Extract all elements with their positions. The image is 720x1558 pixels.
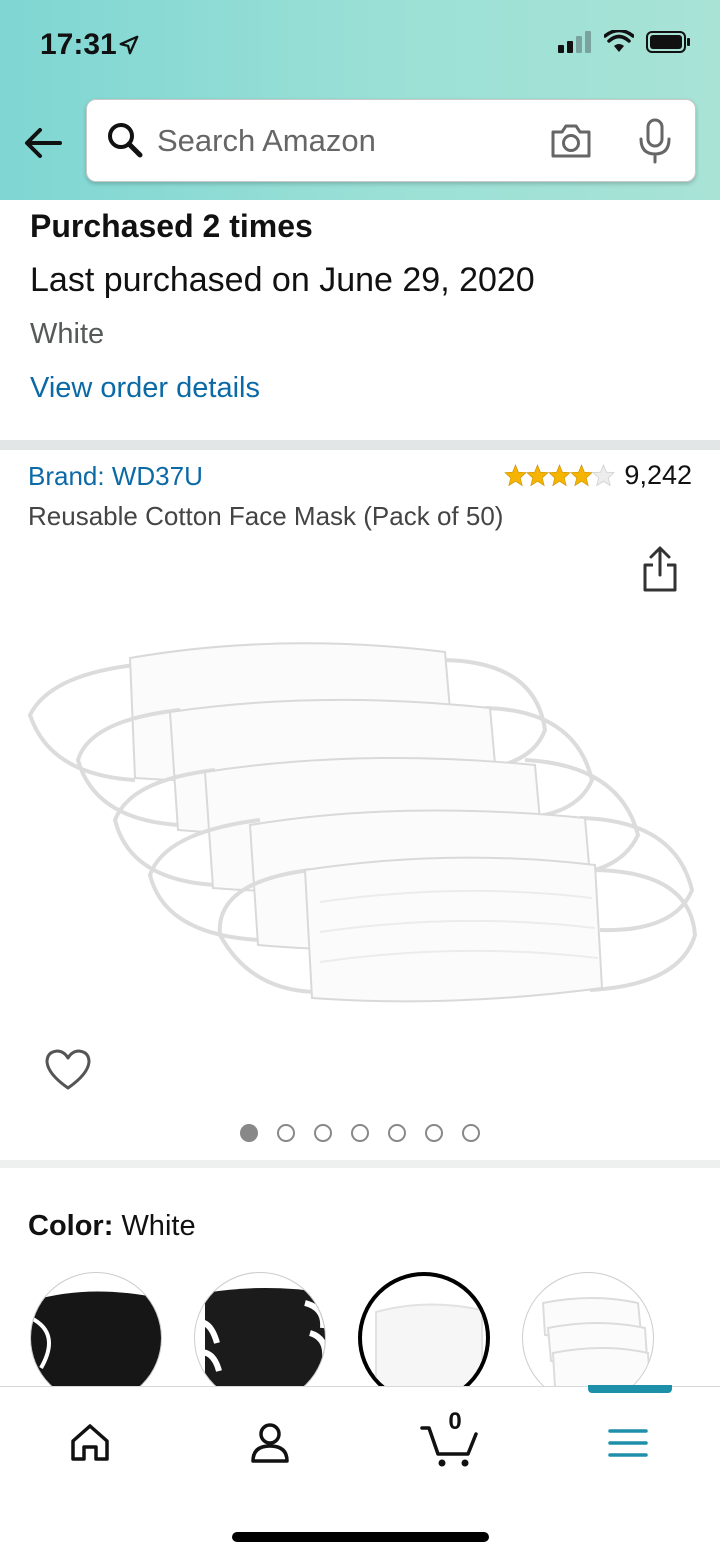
color-label: Color: (28, 1210, 114, 1242)
swatch-black[interactable] (30, 1272, 162, 1404)
star-rating (504, 464, 616, 487)
tab-menu[interactable] (598, 1413, 658, 1473)
person-icon (251, 1423, 289, 1463)
carousel-dot[interactable] (462, 1124, 480, 1142)
camera-icon[interactable] (549, 120, 593, 160)
cart-count-badge: 0 (448, 1408, 462, 1435)
search-input[interactable] (157, 118, 537, 164)
product-image[interactable] (20, 620, 710, 1020)
star-full-icon (570, 464, 594, 487)
carousel-dot[interactable] (351, 1124, 369, 1142)
swatch-black-multipack[interactable] (194, 1272, 326, 1404)
section-divider (0, 1160, 720, 1168)
home-indicator (232, 1532, 489, 1542)
image-carousel-dots (0, 1124, 720, 1142)
color-selection-label: Color: White (28, 1210, 196, 1243)
last-purchased-date: Last purchased on June 29, 2020 (30, 261, 535, 299)
search-icon (108, 123, 143, 158)
tab-home[interactable] (60, 1413, 120, 1473)
swatch-white[interactable] (358, 1272, 490, 1404)
purchase-count: Purchased 2 times (30, 208, 313, 244)
rating-count: 9,242 (624, 460, 692, 490)
share-icon[interactable] (640, 545, 680, 593)
star-full-icon (548, 464, 572, 487)
wifi-icon (604, 30, 634, 52)
star-empty-icon (592, 464, 616, 487)
carousel-dot[interactable] (277, 1124, 295, 1142)
signal-icon (558, 31, 591, 53)
star-full-icon (504, 464, 528, 487)
carousel-dot-active[interactable] (240, 1124, 258, 1142)
rating-summary[interactable]: 9,242 (504, 460, 692, 491)
top-header: 17:31 (0, 0, 720, 200)
search-bar[interactable] (86, 99, 696, 182)
view-order-details-link[interactable]: View order details (30, 372, 260, 405)
color-value: White (121, 1210, 196, 1242)
purchased-variant: White (30, 318, 105, 350)
product-title: Reusable Cotton Face Mask (Pack of 50) (28, 501, 504, 531)
home-icon (71, 1424, 109, 1461)
back-arrow-icon[interactable] (22, 122, 64, 164)
carousel-dot[interactable] (388, 1124, 406, 1142)
tab-account[interactable] (240, 1413, 300, 1473)
brand-link[interactable]: Brand: WD37U (28, 461, 203, 492)
location-arrow-icon (119, 35, 139, 55)
carousel-dot[interactable] (314, 1124, 332, 1142)
microphone-icon[interactable] (637, 118, 673, 164)
star-full-icon (526, 464, 550, 487)
status-time: 17:31 (40, 28, 117, 61)
battery-icon (646, 31, 690, 53)
heart-icon[interactable] (44, 1048, 92, 1092)
active-tab-indicator (588, 1385, 672, 1393)
color-swatches (30, 1272, 654, 1404)
status-indicators (558, 30, 692, 54)
menu-icon (608, 1429, 648, 1457)
section-divider (0, 440, 720, 450)
carousel-dot[interactable] (425, 1124, 443, 1142)
